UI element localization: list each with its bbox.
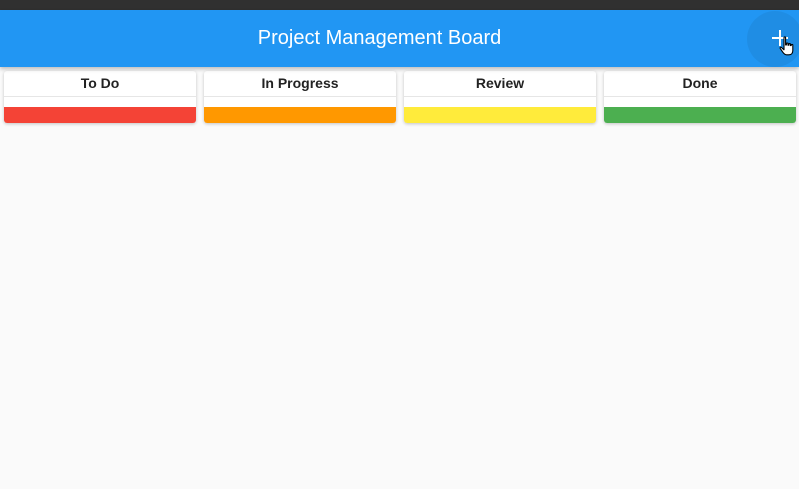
hand-cursor-icon <box>779 36 794 56</box>
top-strip <box>0 0 799 10</box>
column-todo: To Do <box>4 71 196 123</box>
column-body[interactable] <box>4 97 196 107</box>
column-done: Done <box>604 71 796 123</box>
column-title: In Progress <box>204 71 396 97</box>
column-body[interactable] <box>204 97 396 107</box>
column-title: Done <box>604 71 796 97</box>
column-in-progress: In Progress <box>204 71 396 123</box>
column-color-bar <box>404 107 596 123</box>
column-title: To Do <box>4 71 196 97</box>
column-review: Review <box>404 71 596 123</box>
column-body[interactable] <box>604 97 796 107</box>
board: To Do In Progress Review Done <box>0 67 799 489</box>
column-title: Review <box>404 71 596 97</box>
page-title: Project Management Board <box>257 27 502 49</box>
app-bar: Project Management Board <box>0 10 799 67</box>
column-color-bar <box>204 107 396 123</box>
column-color-bar <box>604 107 796 123</box>
column-body[interactable] <box>404 97 596 107</box>
column-color-bar <box>4 107 196 123</box>
